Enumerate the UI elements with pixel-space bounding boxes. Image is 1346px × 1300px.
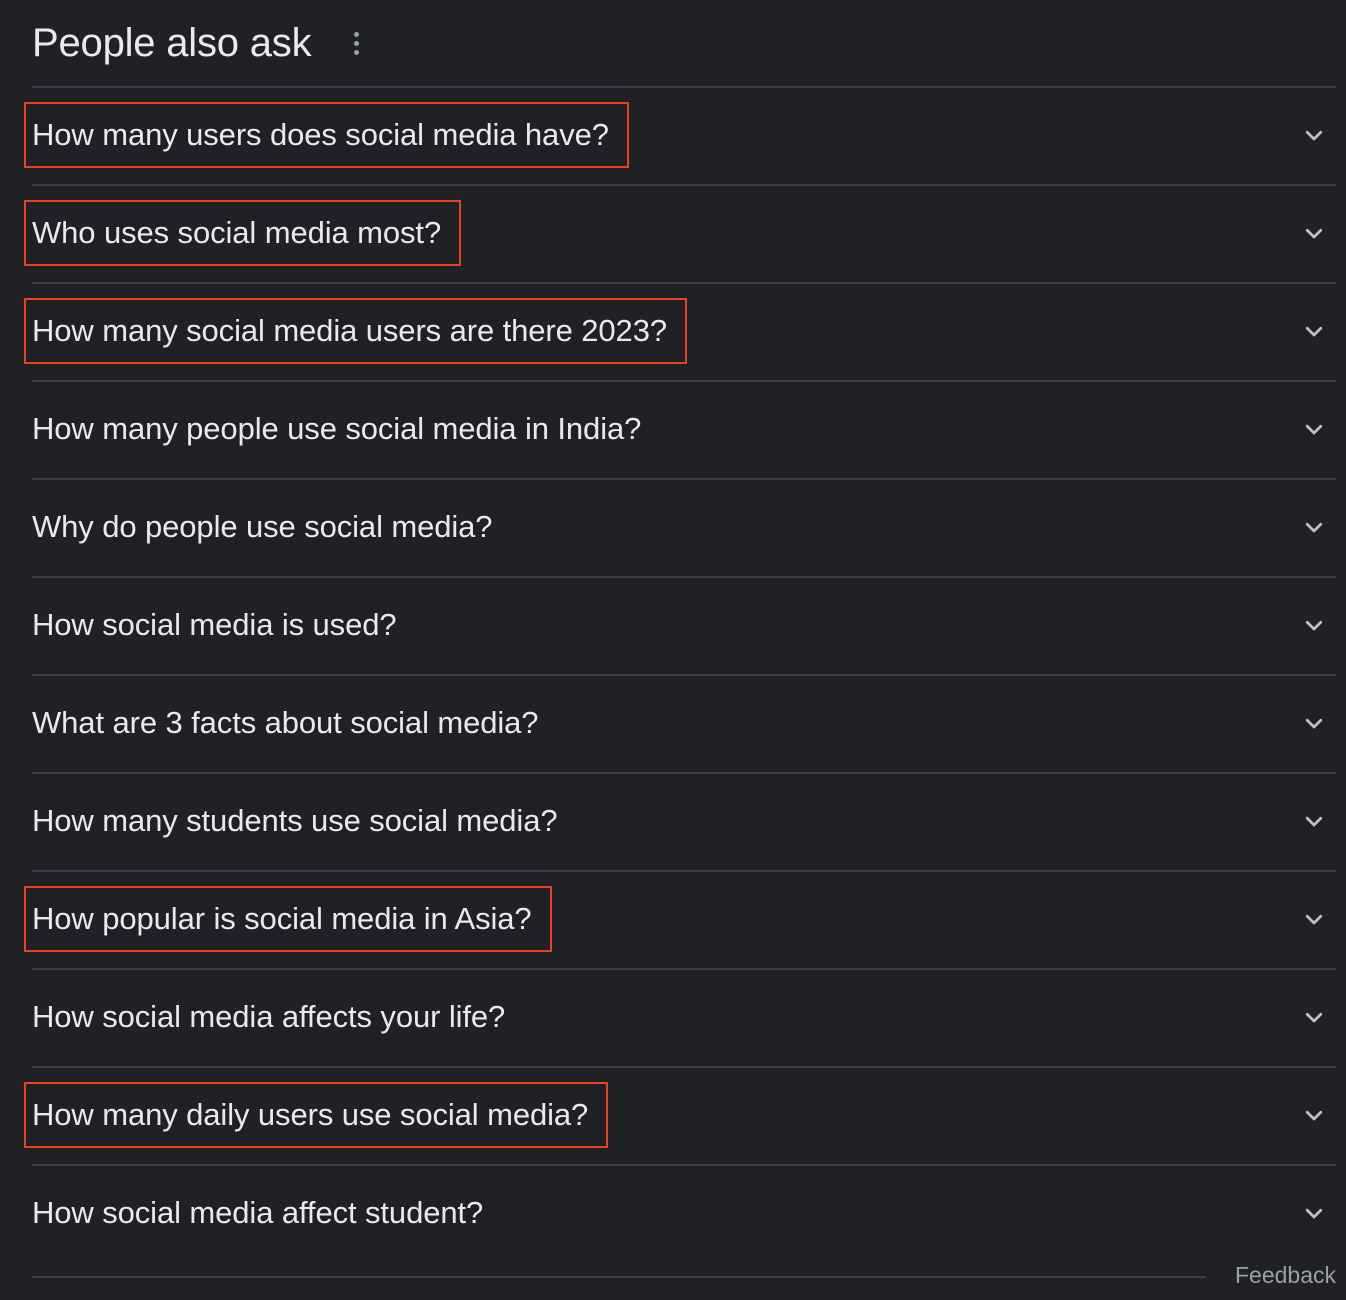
question-item[interactable]: How popular is social media in Asia? [24, 872, 1336, 970]
question-item[interactable]: Why do people use social media? [32, 480, 1336, 578]
chevron-down-icon[interactable] [1300, 122, 1328, 150]
question-text: Who uses social media most? [32, 215, 442, 250]
question-text: How popular is social media in Asia? [32, 901, 532, 936]
question-item[interactable]: How many people use social media in Indi… [32, 382, 1336, 480]
question-item[interactable]: What are 3 facts about social media? [32, 676, 1336, 774]
paa-header: People also ask [32, 0, 1336, 86]
question-item[interactable]: How many daily users use social media? [24, 1068, 1336, 1166]
question-item[interactable]: How social media affects your life? [32, 970, 1336, 1068]
question-text: How many users does social media have? [32, 117, 609, 152]
chevron-down-icon[interactable] [1300, 1102, 1328, 1130]
chevron-down-icon[interactable] [1300, 1004, 1328, 1032]
chevron-down-icon[interactable] [1300, 416, 1328, 444]
chevron-down-icon[interactable] [1300, 514, 1328, 542]
chevron-down-icon[interactable] [1300, 808, 1328, 836]
question-item[interactable]: How many social media users are there 20… [24, 284, 1336, 382]
questions-list: How many users does social media have? W… [24, 88, 1336, 1262]
chevron-down-icon[interactable] [1300, 1200, 1328, 1228]
chevron-down-icon[interactable] [1300, 612, 1328, 640]
more-options-icon[interactable] [341, 23, 371, 63]
question-item[interactable]: How many students use social media? [32, 774, 1336, 872]
chevron-down-icon[interactable] [1300, 318, 1328, 346]
feedback-link[interactable]: Feedback [1235, 1262, 1336, 1289]
question-item[interactable]: How many users does social media have? [24, 88, 1336, 186]
chevron-down-icon[interactable] [1300, 710, 1328, 738]
footer-divider [32, 1276, 1206, 1278]
question-text: How many social media users are there 20… [32, 313, 667, 348]
question-item[interactable]: How social media is used? [32, 578, 1336, 676]
question-text: How social media affects your life? [32, 999, 506, 1034]
question-text: How many daily users use social media? [32, 1097, 589, 1132]
chevron-down-icon[interactable] [1300, 906, 1328, 934]
question-text: Why do people use social media? [32, 509, 493, 544]
question-item[interactable]: Who uses social media most? [24, 186, 1336, 284]
question-item[interactable]: How social media affect student? [32, 1166, 1336, 1262]
question-text: How many people use social media in Indi… [32, 411, 642, 446]
question-text: How social media affect student? [32, 1195, 484, 1230]
chevron-down-icon[interactable] [1300, 220, 1328, 248]
question-text: How social media is used? [32, 607, 397, 642]
question-text: What are 3 facts about social media? [32, 705, 539, 740]
section-title: People also ask [32, 21, 312, 65]
question-text: How many students use social media? [32, 803, 558, 838]
